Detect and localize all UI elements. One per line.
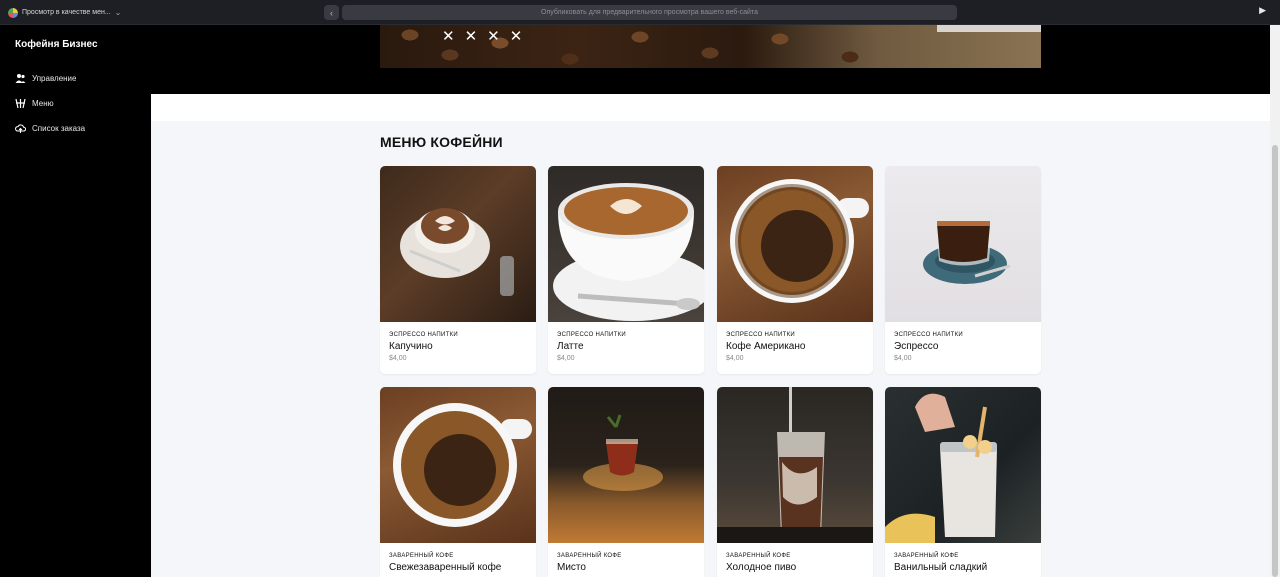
preview-url-bar[interactable]: Опубликовать для предварительного просмо…: [342, 5, 957, 20]
view-mode-selector[interactable]: Просмотр в качестве мен... ⌄: [8, 5, 121, 20]
menu-card[interactable]: ЭСПРЕССО НАПИТКИ Кофе Американо $4,00: [717, 166, 873, 374]
americano-image: [717, 166, 873, 322]
coffee-menu-icon: [15, 98, 26, 109]
card-price: $4,00: [557, 355, 575, 362]
card-body: ЗАВАРЕННЫЙ КОФЕ Мисто: [548, 543, 704, 577]
sidebar-item-management[interactable]: Управление: [15, 66, 85, 91]
role-icon: [8, 7, 18, 18]
card-category: ЭСПРЕССО НАПИТКИ: [726, 332, 795, 338]
cloud-upload-icon: [15, 123, 26, 134]
sidebar-item-label: Управление: [32, 74, 77, 83]
card-category: ЭСПРЕССО НАПИТКИ: [894, 332, 963, 338]
coffee-beans-image: ✕✕✕✕: [380, 25, 1041, 68]
card-title: Латте: [557, 341, 584, 352]
menu-section: МЕНЮ КОФЕЙНИ ЭСПРЕССО НАПИТКИ Капучино $…: [151, 121, 1270, 577]
sidebar-item-menu[interactable]: Меню: [15, 91, 85, 116]
latte-image: [548, 166, 704, 322]
users-icon: [15, 73, 26, 84]
chevron-left-icon: ‹: [330, 7, 333, 18]
cold-brew-image: [717, 387, 873, 543]
card-category: ЭСПРЕССО НАПИТКИ: [557, 332, 626, 338]
card-price: $4,00: [726, 355, 744, 362]
sidebar: Кофейня Бизнес Управление Меню Список за…: [0, 25, 151, 577]
card-price: $4,00: [894, 355, 912, 362]
editor-topbar: Просмотр в качестве мен... ⌄ ‹ Опубликов…: [0, 0, 1280, 25]
hero-banner: ✕✕✕✕: [151, 25, 1270, 94]
sidebar-item-label: Меню: [32, 99, 54, 108]
card-category: ЗАВАРЕННЫЙ КОФЕ: [389, 553, 454, 559]
card-title: Холодное пиво: [726, 562, 797, 573]
sidebar-nav: Управление Меню Список заказа: [15, 66, 85, 141]
page-title: МЕНЮ КОФЕЙНИ: [380, 134, 503, 150]
card-body: ЭСПРЕССО НАПИТКИ Кофе Американо $4,00: [717, 322, 873, 374]
card-body: ЗАВАРЕННЫЙ КОФЕ Ванильный сладкий: [885, 543, 1041, 577]
card-body: ЗАВАРЕННЫЙ КОФЕ Свежезаваренный кофе: [380, 543, 536, 577]
card-title: Мисто: [557, 562, 586, 573]
vanilla-sweet-image: [885, 387, 1041, 543]
chevron-down-icon: ⌄: [114, 8, 122, 17]
menu-card[interactable]: ЗАВАРЕННЫЙ КОФЕ Свежезаваренный кофе: [380, 387, 536, 577]
card-category: ЭСПРЕССО НАПИТКИ: [389, 332, 458, 338]
decorative-x-marks: ✕✕✕✕: [442, 28, 533, 45]
main-area: ✕✕✕✕ МЕНЮ КОФЕЙНИ ЭСПРЕССО НАПИТКИ Капуч…: [151, 25, 1270, 577]
card-title: Кофе Американо: [726, 341, 806, 352]
url-placeholder: Опубликовать для предварительного просмо…: [541, 9, 758, 16]
sidebar-item-orders[interactable]: Список заказа: [15, 116, 85, 141]
espresso-image: [885, 166, 1041, 322]
back-button[interactable]: ‹: [324, 5, 339, 20]
menu-card[interactable]: ЗАВАРЕННЫЙ КОФЕ Мисто: [548, 387, 704, 577]
card-title: Свежезаваренный кофе: [389, 562, 502, 573]
scrollbar-thumb[interactable]: [1272, 145, 1278, 577]
section-divider: [151, 94, 1270, 121]
card-category: ЗАВАРЕННЫЙ КОФЕ: [894, 553, 959, 559]
card-title: Капучино: [389, 341, 433, 352]
play-icon[interactable]: ▶: [1259, 5, 1266, 16]
page-scrollbar[interactable]: [1270, 25, 1280, 577]
view-mode-label: Просмотр в качестве мен...: [22, 9, 111, 16]
brewed-coffee-image: [380, 387, 536, 543]
menu-card[interactable]: ЭСПРЕССО НАПИТКИ Капучино $4,00: [380, 166, 536, 374]
sidebar-item-label: Список заказа: [32, 124, 86, 133]
card-body: ЭСПРЕССО НАПИТКИ Капучино $4,00: [380, 322, 536, 374]
card-title: Эспрессо: [894, 341, 939, 352]
banner-strip: [937, 25, 1041, 32]
card-category: ЗАВАРЕННЫЙ КОФЕ: [557, 553, 622, 559]
cappuccino-image: [380, 166, 536, 322]
brand-title: Кофейня Бизнес: [15, 39, 98, 50]
menu-card[interactable]: ЭСПРЕССО НАПИТКИ Латте $4,00: [548, 166, 704, 374]
menu-card[interactable]: ЗАВАРЕННЫЙ КОФЕ Холодное пиво: [717, 387, 873, 577]
card-category: ЗАВАРЕННЫЙ КОФЕ: [726, 553, 791, 559]
card-title: Ванильный сладкий: [894, 562, 988, 573]
misto-image: [548, 387, 704, 543]
menu-card[interactable]: ЗАВАРЕННЫЙ КОФЕ Ванильный сладкий: [885, 387, 1041, 577]
card-body: ЭСПРЕССО НАПИТКИ Латте $4,00: [548, 322, 704, 374]
card-body: ЗАВАРЕННЫЙ КОФЕ Холодное пиво: [717, 543, 873, 577]
card-price: $4,00: [389, 355, 407, 362]
card-body: ЭСПРЕССО НАПИТКИ Эспрессо $4,00: [885, 322, 1041, 374]
menu-card[interactable]: ЭСПРЕССО НАПИТКИ Эспрессо $4,00: [885, 166, 1041, 374]
